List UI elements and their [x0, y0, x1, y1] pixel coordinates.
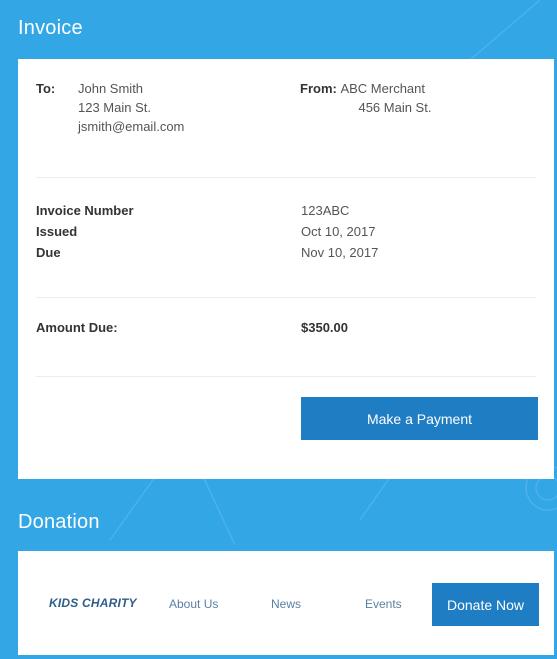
from-label: From: — [300, 81, 337, 96]
sender-address: 456 Main St. — [358, 100, 432, 115]
invoice-meta-values: 123ABC Oct 10, 2017 Nov 10, 2017 — [301, 200, 378, 263]
recipient-address: 123 Main St. — [78, 100, 151, 115]
divider — [36, 297, 536, 298]
nav-link-news[interactable]: News — [271, 597, 301, 611]
issued-label: Issued — [36, 224, 78, 239]
invoice-section-title: Invoice — [18, 17, 83, 39]
invoice-number-value: 123ABC — [301, 203, 350, 218]
due-value: Nov 10, 2017 — [301, 245, 379, 260]
page: Invoice To: John Smith 123 Main St. jsmi… — [0, 0, 557, 659]
sender-name: ABC Merchant — [340, 81, 426, 96]
due-label: Due — [36, 245, 61, 260]
nav-link-events[interactable]: Events — [365, 597, 402, 611]
invoice-card: To: John Smith 123 Main St. jsmith@email… — [18, 59, 554, 479]
recipient-name: John Smith — [78, 81, 144, 96]
sender-lines: ABC Merchant 456 Main St. — [340, 79, 431, 117]
nav-link-about-us[interactable]: About Us — [169, 597, 218, 611]
issued-value: Oct 10, 2017 — [301, 224, 376, 239]
divider — [36, 376, 536, 377]
invoice-number-label: Invoice Number — [36, 203, 134, 218]
to-label: To: — [36, 81, 56, 96]
donation-navbar: KIDS CHARITY About Us News Events Donate… — [18, 551, 554, 655]
recipient-email: jsmith@email.com — [78, 119, 185, 134]
amount-due-label: Amount Due: — [36, 320, 118, 335]
sender-block: From: ABC Merchant 456 Main St. — [300, 79, 431, 117]
amount-due-value: $350.00 — [301, 320, 348, 335]
donation-section-title: Donation — [18, 511, 100, 533]
invoice-meta-labels: Invoice Number Issued Due — [36, 200, 134, 263]
recipient-block: John Smith 123 Main St. jsmith@email.com — [78, 79, 184, 136]
make-payment-button[interactable]: Make a Payment — [301, 397, 538, 440]
donate-now-button[interactable]: Donate Now — [432, 583, 539, 626]
brand-logo[interactable]: KIDS CHARITY — [49, 596, 137, 610]
divider — [36, 177, 536, 178]
